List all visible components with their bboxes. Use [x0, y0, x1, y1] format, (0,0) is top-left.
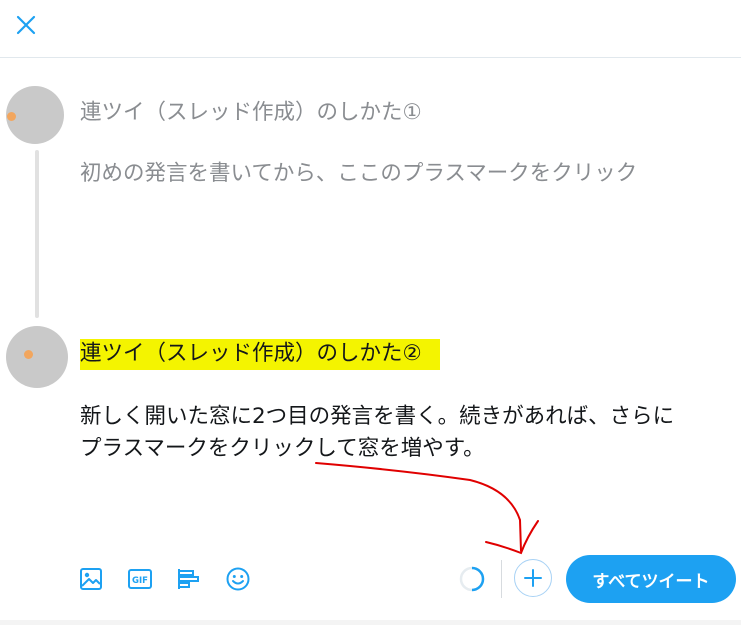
close-icon — [16, 15, 36, 35]
avatar — [6, 86, 64, 144]
tweet-1-title[interactable]: 連ツイ（スレッド作成）のしかた① — [80, 97, 422, 129]
poll-icon — [178, 569, 199, 589]
toolbar-divider — [501, 560, 502, 598]
gif-label: GIF — [132, 576, 148, 586]
add-gif-button[interactable]: GIF — [127, 566, 153, 592]
add-image-button[interactable] — [78, 566, 104, 592]
highlighted-text: 連ツイ（スレッド作成）のしかた② — [80, 339, 440, 370]
add-emoji-button[interactable] — [225, 566, 251, 592]
avatar — [6, 326, 68, 388]
tweet-2-body-line-2[interactable]: プラスマークをクリックして窓を増やす。 — [80, 433, 485, 465]
progress-ring-icon — [459, 566, 485, 592]
header-bar — [0, 0, 741, 58]
gif-icon: GIF — [128, 569, 152, 589]
tweet-all-button[interactable]: すべてツイート — [566, 555, 736, 603]
tweet-2-body-line-1[interactable]: 新しく開いた窓に2つ目の発言を書く。続きがあれば、さらに — [80, 401, 674, 433]
image-icon — [80, 568, 102, 590]
thread-connector-line — [35, 150, 39, 318]
add-tweet-button[interactable] — [514, 559, 552, 597]
annotation-arrow — [315, 462, 539, 555]
tweet-2-title[interactable]: 連ツイ（スレッド作成）のしかた② — [80, 338, 440, 370]
add-poll-button[interactable] — [176, 566, 202, 592]
close-button[interactable] — [13, 12, 39, 38]
plus-icon — [524, 569, 542, 587]
emoji-icon — [226, 567, 250, 591]
tweet-1-body[interactable]: 初めの発言を書いてから、ここのプラスマークをクリック — [80, 158, 637, 190]
character-count-ring — [458, 565, 486, 593]
bottom-border — [0, 620, 741, 625]
